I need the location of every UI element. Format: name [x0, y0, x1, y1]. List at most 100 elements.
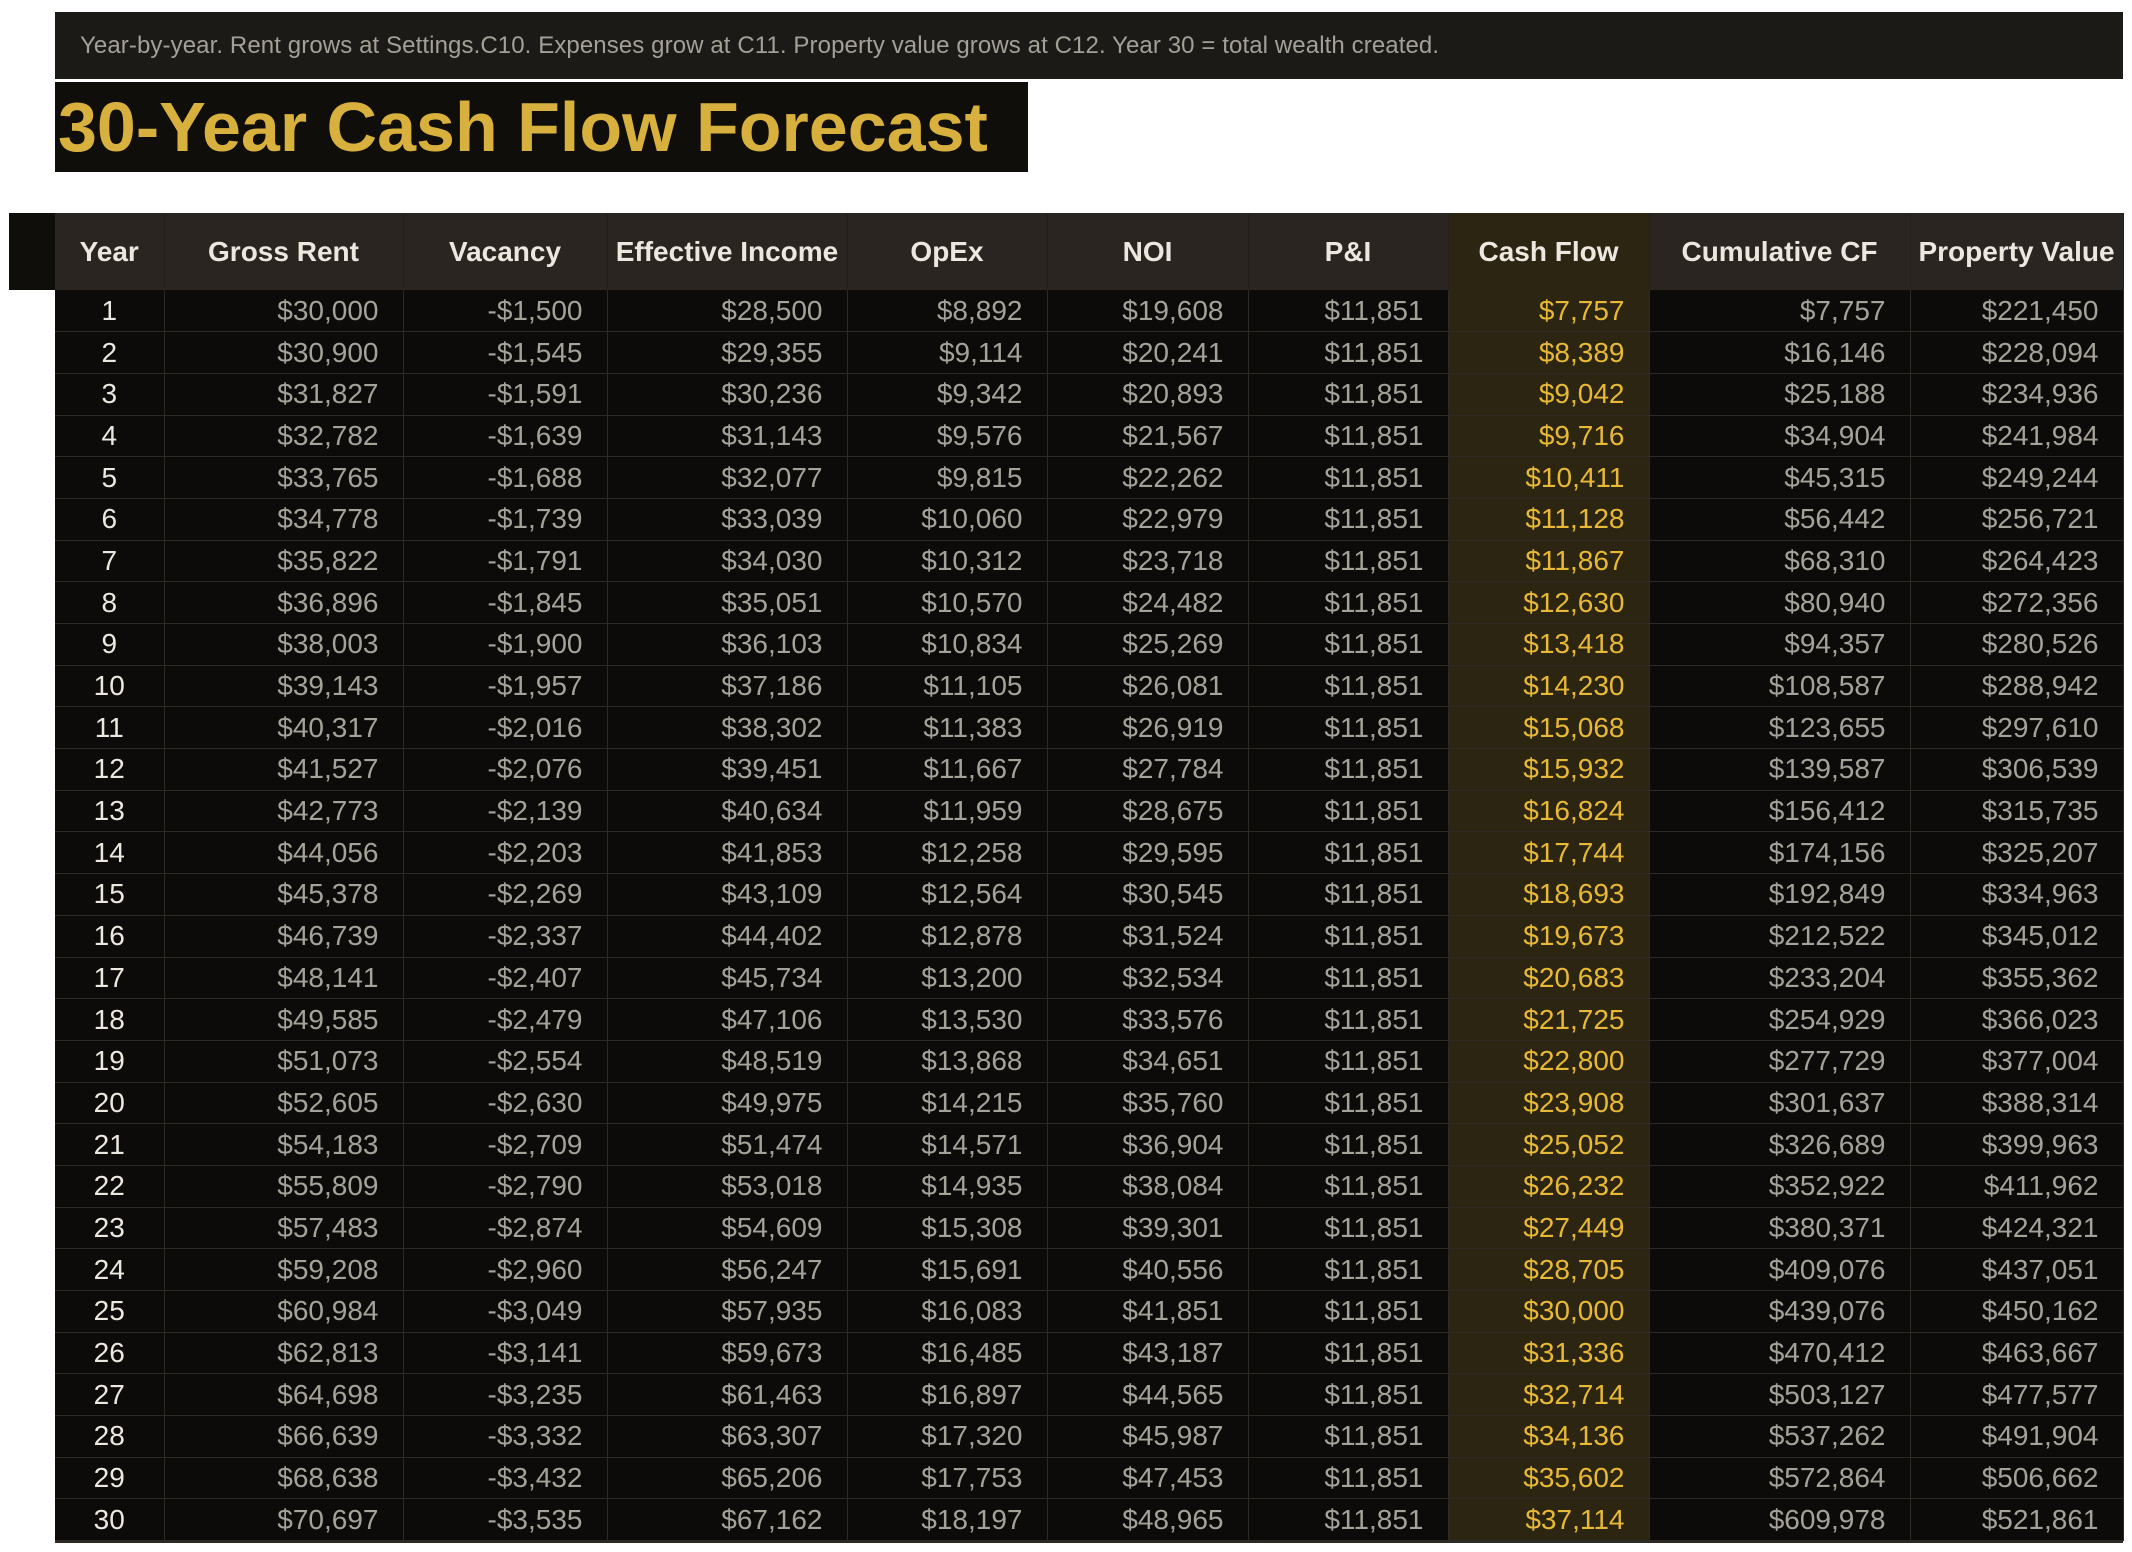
cell-effective-income[interactable]: $33,039 [607, 498, 848, 541]
cell-pi[interactable]: $11,851 [1248, 998, 1449, 1041]
cell-effective-income[interactable]: $57,935 [607, 1290, 848, 1333]
cell-gross-rent[interactable]: $51,073 [164, 1040, 404, 1083]
cell-vacancy[interactable]: -$2,960 [403, 1248, 608, 1291]
cell-cash-flow[interactable]: $15,068 [1448, 706, 1650, 750]
cell-opex[interactable]: $13,530 [847, 998, 1048, 1041]
column-header-effective-income[interactable]: Effective Income [607, 213, 848, 290]
cell-vacancy[interactable]: -$1,845 [403, 581, 608, 624]
cell-effective-income[interactable]: $47,106 [607, 998, 848, 1041]
cell-noi[interactable]: $20,241 [1047, 331, 1249, 374]
cell-gross-rent[interactable]: $36,896 [164, 581, 404, 624]
cell-pi[interactable]: $11,851 [1248, 957, 1449, 1000]
cell-effective-income[interactable]: $41,853 [607, 831, 848, 875]
cell-effective-income[interactable]: $28,500 [607, 290, 848, 333]
cell-effective-income[interactable]: $51,474 [607, 1123, 848, 1166]
cell-noi[interactable]: $43,187 [1047, 1332, 1249, 1375]
cell-gross-rent[interactable]: $35,822 [164, 540, 404, 583]
cell-gross-rent[interactable]: $30,000 [164, 290, 404, 333]
cell-year[interactable]: 3 [55, 373, 165, 416]
cell-year[interactable]: 8 [55, 581, 165, 624]
cell-vacancy[interactable]: -$2,139 [403, 790, 608, 833]
cell-opex[interactable]: $16,485 [847, 1332, 1048, 1375]
cell-vacancy[interactable]: -$1,639 [403, 415, 608, 458]
cell-pi[interactable]: $11,851 [1248, 1123, 1449, 1166]
cell-vacancy[interactable]: -$1,900 [403, 623, 608, 666]
cell-noi[interactable]: $30,545 [1047, 873, 1249, 916]
cell-gross-rent[interactable]: $64,698 [164, 1373, 404, 1417]
cell-opex[interactable]: $10,834 [847, 623, 1048, 666]
cell-cumulative-cf[interactable]: $277,729 [1649, 1040, 1911, 1083]
cell-gross-rent[interactable]: $57,483 [164, 1207, 404, 1250]
cell-noi[interactable]: $22,262 [1047, 456, 1249, 499]
cell-cumulative-cf[interactable]: $174,156 [1649, 831, 1911, 875]
cell-noi[interactable]: $25,269 [1047, 623, 1249, 666]
cell-opex[interactable]: $10,570 [847, 581, 1048, 624]
cell-cumulative-cf[interactable]: $156,412 [1649, 790, 1911, 833]
cell-property-value[interactable]: $491,904 [1910, 1415, 2124, 1458]
cell-noi[interactable]: $33,576 [1047, 998, 1249, 1041]
cell-cash-flow[interactable]: $16,824 [1448, 790, 1650, 833]
column-header-opex[interactable]: OpEx [847, 213, 1048, 290]
cell-noi[interactable]: $23,718 [1047, 540, 1249, 583]
cell-pi[interactable]: $11,851 [1248, 831, 1449, 875]
cell-noi[interactable]: $40,556 [1047, 1248, 1249, 1291]
cell-year[interactable]: 12 [55, 748, 165, 791]
cell-year[interactable]: 7 [55, 540, 165, 583]
cell-gross-rent[interactable]: $41,527 [164, 748, 404, 791]
cell-gross-rent[interactable]: $30,900 [164, 331, 404, 374]
cell-cumulative-cf[interactable]: $108,587 [1649, 665, 1911, 708]
cell-opex[interactable]: $11,959 [847, 790, 1048, 833]
cell-cash-flow[interactable]: $27,449 [1448, 1207, 1650, 1250]
cell-property-value[interactable]: $315,735 [1910, 790, 2124, 833]
cell-cumulative-cf[interactable]: $609,978 [1649, 1498, 1911, 1542]
cell-property-value[interactable]: $306,539 [1910, 748, 2124, 791]
cell-cumulative-cf[interactable]: $572,864 [1649, 1457, 1911, 1500]
cell-cash-flow[interactable]: $20,683 [1448, 957, 1650, 1000]
cell-year[interactable]: 25 [55, 1290, 165, 1333]
cell-vacancy[interactable]: -$1,791 [403, 540, 608, 583]
cell-cumulative-cf[interactable]: $7,757 [1649, 290, 1911, 333]
cell-cash-flow[interactable]: $28,705 [1448, 1248, 1650, 1291]
cell-opex[interactable]: $15,308 [847, 1207, 1048, 1250]
cell-gross-rent[interactable]: $66,639 [164, 1415, 404, 1458]
cell-pi[interactable]: $11,851 [1248, 1082, 1449, 1125]
cell-pi[interactable]: $11,851 [1248, 665, 1449, 708]
cell-cash-flow[interactable]: $9,042 [1448, 373, 1650, 416]
cell-cash-flow[interactable]: $22,800 [1448, 1040, 1650, 1083]
cell-cash-flow[interactable]: $35,602 [1448, 1457, 1650, 1500]
cell-property-value[interactable]: $399,963 [1910, 1123, 2124, 1166]
cell-opex[interactable]: $14,215 [847, 1082, 1048, 1125]
cell-cash-flow[interactable]: $32,714 [1448, 1373, 1650, 1417]
cell-noi[interactable]: $28,675 [1047, 790, 1249, 833]
cell-opex[interactable]: $9,114 [847, 331, 1048, 374]
cell-property-value[interactable]: $272,356 [1910, 581, 2124, 624]
cell-year[interactable]: 11 [55, 706, 165, 750]
cell-property-value[interactable]: $264,423 [1910, 540, 2124, 583]
cell-opex[interactable]: $14,935 [847, 1165, 1048, 1208]
cell-year[interactable]: 9 [55, 623, 165, 666]
cell-effective-income[interactable]: $53,018 [607, 1165, 848, 1208]
cell-cash-flow[interactable]: $23,908 [1448, 1082, 1650, 1125]
cell-cumulative-cf[interactable]: $68,310 [1649, 540, 1911, 583]
cell-opex[interactable]: $10,060 [847, 498, 1048, 541]
cell-cash-flow[interactable]: $37,114 [1448, 1498, 1650, 1542]
cell-effective-income[interactable]: $65,206 [607, 1457, 848, 1500]
cell-property-value[interactable]: $288,942 [1910, 665, 2124, 708]
cell-gross-rent[interactable]: $45,378 [164, 873, 404, 916]
cell-noi[interactable]: $45,987 [1047, 1415, 1249, 1458]
cell-noi[interactable]: $29,595 [1047, 831, 1249, 875]
cell-year[interactable]: 28 [55, 1415, 165, 1458]
cell-effective-income[interactable]: $36,103 [607, 623, 848, 666]
column-header-year[interactable]: Year [55, 213, 165, 290]
cell-property-value[interactable]: $355,362 [1910, 957, 2124, 1000]
cell-property-value[interactable]: $280,526 [1910, 623, 2124, 666]
cell-pi[interactable]: $11,851 [1248, 1332, 1449, 1375]
cell-year[interactable]: 18 [55, 998, 165, 1041]
cell-opex[interactable]: $9,342 [847, 373, 1048, 416]
cell-property-value[interactable]: $297,610 [1910, 706, 2124, 750]
cell-cumulative-cf[interactable]: $16,146 [1649, 331, 1911, 374]
cell-pi[interactable]: $11,851 [1248, 1498, 1449, 1542]
cell-effective-income[interactable]: $45,734 [607, 957, 848, 1000]
cell-noi[interactable]: $20,893 [1047, 373, 1249, 416]
cell-cumulative-cf[interactable]: $503,127 [1649, 1373, 1911, 1417]
